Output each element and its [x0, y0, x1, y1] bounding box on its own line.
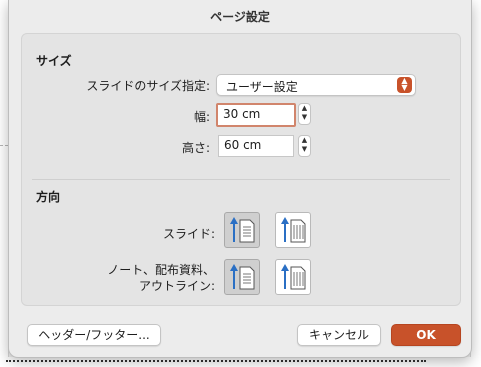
slide-size-label: スライドのサイズ指定:: [86, 79, 210, 93]
notes-orientation-label: ノート、配布資料、 アウトライン:: [82, 262, 215, 294]
orientation-heading: 方向: [36, 190, 61, 204]
background-dashed-line: [0, 145, 8, 146]
height-label: 高さ:: [181, 141, 210, 155]
slides-orientation-label: スライド:: [162, 227, 215, 241]
slide-size-value: ユーザー設定: [226, 80, 298, 94]
background-slide-bottom: [0, 357, 481, 367]
width-input[interactable]: [223, 107, 289, 121]
notes-landscape-button[interactable]: [275, 259, 311, 295]
height-stepper[interactable]: ▲ ▼: [298, 135, 311, 157]
ok-button[interactable]: OK: [391, 324, 461, 346]
portrait-orientation-icon: [230, 217, 255, 243]
popup-chevron-icon: ▲ ▼: [397, 77, 412, 93]
settings-panel: サイズ スライドのサイズ指定: ユーザー設定 ▲▼ 幅: ▲▼ 高さ: ▲▼ 方…: [21, 33, 461, 306]
notes-label-line2: アウトライン:: [138, 279, 215, 293]
landscape-orientation-icon: [281, 217, 306, 243]
background-content: [6, 360, 426, 367]
header-footer-button[interactable]: ヘッダー/フッター...: [27, 324, 161, 346]
landscape-orientation-icon: [281, 264, 306, 290]
cancel-button[interactable]: キャンセル: [297, 324, 381, 346]
height-field[interactable]: [218, 135, 294, 157]
size-heading: サイズ: [36, 54, 72, 68]
width-stepper[interactable]: ▲ ▼: [298, 103, 311, 125]
section-divider: [32, 179, 450, 180]
notes-portrait-button[interactable]: [224, 259, 260, 295]
width-field[interactable]: [216, 103, 296, 127]
slides-portrait-button[interactable]: [224, 212, 260, 248]
portrait-orientation-icon: [230, 264, 255, 290]
width-label: 幅:: [193, 110, 210, 124]
slides-landscape-button[interactable]: [275, 212, 311, 248]
notes-label-line1: ノート、配布資料、: [107, 263, 215, 277]
dialog-title: ページ設定: [210, 10, 270, 24]
slide-size-popup[interactable]: ユーザー設定 ▲ ▼: [216, 74, 416, 96]
height-input[interactable]: [224, 138, 290, 152]
page-setup-dialog: ページ設定 サイズ スライドのサイズ指定: ユーザー設定 ▲▼ 幅: ▲▼ 高さ…: [8, 0, 472, 358]
